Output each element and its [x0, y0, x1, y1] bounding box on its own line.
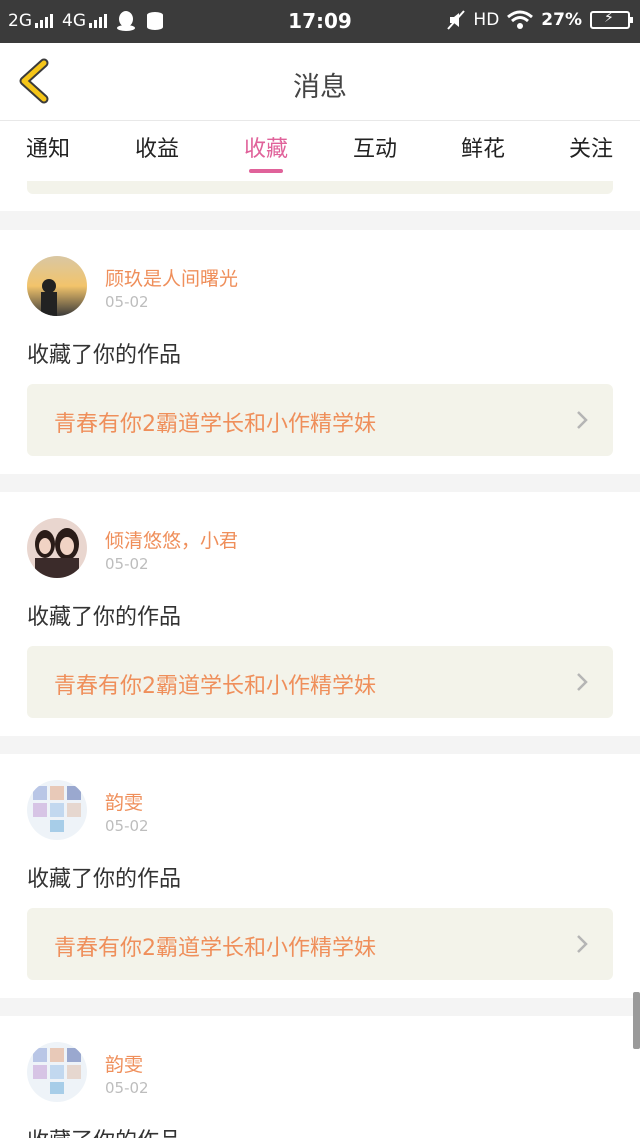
hd-label: HD	[473, 10, 500, 30]
battery-icon: ⚡	[590, 10, 633, 29]
work-title: 青春有你2霸道学长和小作精学妹	[54, 936, 376, 961]
previous-work-card[interactable]	[27, 181, 613, 194]
avatar[interactable]	[27, 518, 87, 578]
chevron-right-icon	[577, 411, 588, 429]
list-item: 韵雯 05-02 收藏了你的作品 青春有你2霸道学长和小作精学妹	[0, 754, 640, 998]
tab-favorites[interactable]: 收藏	[221, 131, 311, 163]
chevron-right-icon	[577, 935, 588, 953]
date: 05-02	[105, 293, 149, 311]
avatar[interactable]	[27, 256, 87, 316]
work-card[interactable]: 青春有你2霸道学长和小作精学妹	[27, 384, 613, 456]
app-header: 消息	[0, 43, 640, 121]
tab-bar: 通知 收益 收藏 互动 鲜花 关注	[0, 121, 640, 181]
date: 05-02	[105, 1079, 149, 1097]
work-title: 青春有你2霸道学长和小作精学妹	[54, 412, 376, 437]
work-title: 青春有你2霸道学长和小作精学妹	[54, 674, 376, 699]
battery-percent: 27%	[541, 10, 582, 30]
tab-notice[interactable]: 通知	[3, 131, 93, 163]
avatar[interactable]	[27, 780, 87, 840]
tab-following[interactable]: 关注	[546, 131, 636, 163]
list-item: 倾清悠悠，小君 05-02 收藏了你的作品 青春有你2霸道学长和小作精学妹	[0, 492, 640, 736]
username[interactable]: 顾玖是人间曙光	[105, 264, 238, 291]
username[interactable]: 韵雯	[105, 788, 143, 815]
action-text: 收藏了你的作品	[27, 1123, 181, 1138]
list-item: 韵雯 05-02 收藏了你的作品	[0, 1016, 640, 1138]
wifi-icon	[507, 10, 534, 29]
tab-interaction[interactable]: 互动	[330, 131, 420, 163]
active-tab-indicator	[249, 169, 283, 173]
tab-earnings[interactable]: 收益	[112, 131, 202, 163]
scrollbar-thumb[interactable]	[633, 992, 640, 1049]
mute-icon	[447, 10, 466, 30]
work-card[interactable]: 青春有你2霸道学长和小作精学妹	[27, 908, 613, 980]
avatar[interactable]	[27, 1042, 87, 1102]
username[interactable]: 倾清悠悠，小君	[105, 526, 238, 553]
action-text: 收藏了你的作品	[27, 605, 182, 630]
date: 05-02	[105, 555, 149, 573]
username[interactable]: 韵雯	[105, 1050, 143, 1077]
chevron-right-icon	[577, 673, 588, 691]
status-bar: 2G 4G 17:09 HD 27% ⚡	[0, 0, 640, 43]
status-right: HD 27% ⚡	[447, 10, 633, 30]
work-card[interactable]: 青春有你2霸道学长和小作精学妹	[27, 646, 613, 718]
previous-card-end	[0, 181, 640, 211]
date: 05-02	[105, 817, 149, 835]
tab-flowers[interactable]: 鲜花	[438, 131, 528, 163]
list-item: 顾玖是人间曙光 05-02 收藏了你的作品 青春有你2霸道学长和小作精学妹	[0, 230, 640, 474]
page-title: 消息	[293, 72, 347, 103]
action-text: 收藏了你的作品	[27, 343, 182, 368]
action-text: 收藏了你的作品	[27, 867, 182, 892]
